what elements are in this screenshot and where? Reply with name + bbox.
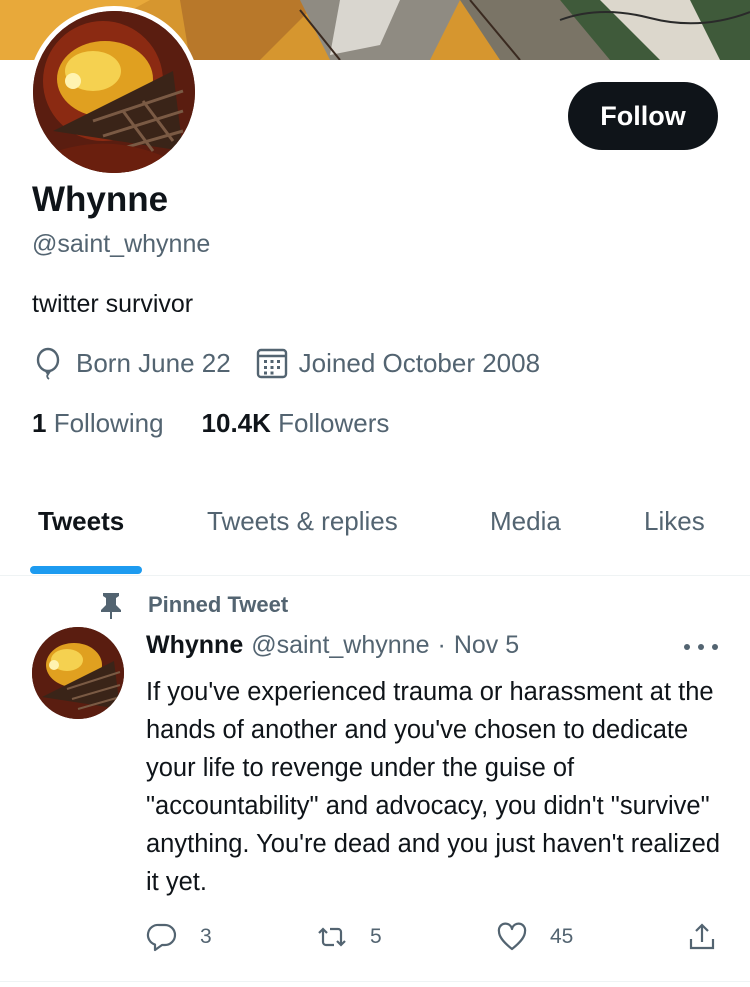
share-icon xyxy=(689,923,715,950)
tab-likes[interactable]: Likes xyxy=(644,506,705,537)
tweet-text: If you've experienced trauma or harassme… xyxy=(146,678,720,896)
followers-label: Followers xyxy=(278,408,390,438)
pinned-label-row: Pinned Tweet xyxy=(98,591,288,619)
tweet-author-name[interactable]: Whynne xyxy=(146,631,243,660)
birthday-text: Born June 22 xyxy=(76,347,231,378)
reply-count: 3 xyxy=(200,925,212,948)
birthday-item: Born June 22 xyxy=(32,346,231,380)
retweet-button[interactable]: 5 xyxy=(316,921,382,953)
retweet-count: 5 xyxy=(370,925,382,948)
follow-counts: 1 Following 10.4K Followers xyxy=(32,408,427,439)
following-label: Following xyxy=(53,408,164,438)
profile-display-name: Whynne xyxy=(32,180,169,219)
profile-meta: Born June 22 Joined October 2008 xyxy=(32,346,564,380)
profile-avatar[interactable] xyxy=(28,6,200,178)
followers-count: 10.4K xyxy=(201,408,271,438)
following-link[interactable]: 1 Following xyxy=(32,408,164,439)
calendar-icon xyxy=(255,346,289,380)
active-tab-indicator xyxy=(30,566,142,574)
pin-icon xyxy=(98,591,124,619)
tweet-header: Whynne @saint_whynne · Nov 5 xyxy=(146,631,519,660)
retweet-icon xyxy=(318,927,346,947)
tweet-separator: · xyxy=(437,631,446,659)
tweet-actions: 3 5 45 xyxy=(146,921,726,961)
pinned-tweet[interactable]: Pinned Tweet Whynne @saint_whynne · Nov … xyxy=(0,577,750,982)
like-icon xyxy=(497,922,527,951)
pinned-tweet-label: Pinned Tweet xyxy=(148,592,289,617)
joined-item: Joined October 2008 xyxy=(255,346,540,380)
profile-handle: @saint_whynne xyxy=(32,230,211,258)
share-button[interactable] xyxy=(686,921,740,953)
joined-text: Joined October 2008 xyxy=(298,347,541,378)
balloon-icon xyxy=(32,346,66,380)
like-count: 45 xyxy=(550,925,574,948)
follow-button[interactable]: Follow xyxy=(568,82,718,150)
reply-icon xyxy=(146,923,177,952)
tweet-author-handle[interactable]: @saint_whynne xyxy=(251,631,429,660)
followers-link[interactable]: 10.4K Followers xyxy=(202,408,390,439)
reply-button[interactable]: 3 xyxy=(146,921,212,953)
like-button[interactable]: 45 xyxy=(496,921,573,953)
tweet-date[interactable]: Nov 5 xyxy=(454,631,519,660)
tab-media[interactable]: Media xyxy=(490,506,561,537)
following-count: 1 xyxy=(32,408,47,438)
tab-tweets[interactable]: Tweets xyxy=(38,506,124,537)
more-icon[interactable] xyxy=(684,637,718,657)
profile-bio: twitter survivor xyxy=(32,290,194,318)
tab-tweets-replies[interactable]: Tweets & replies xyxy=(207,506,398,537)
profile-tabs: Tweets Tweets & replies Media Likes xyxy=(0,486,750,576)
tweet-author-avatar[interactable] xyxy=(32,627,124,719)
